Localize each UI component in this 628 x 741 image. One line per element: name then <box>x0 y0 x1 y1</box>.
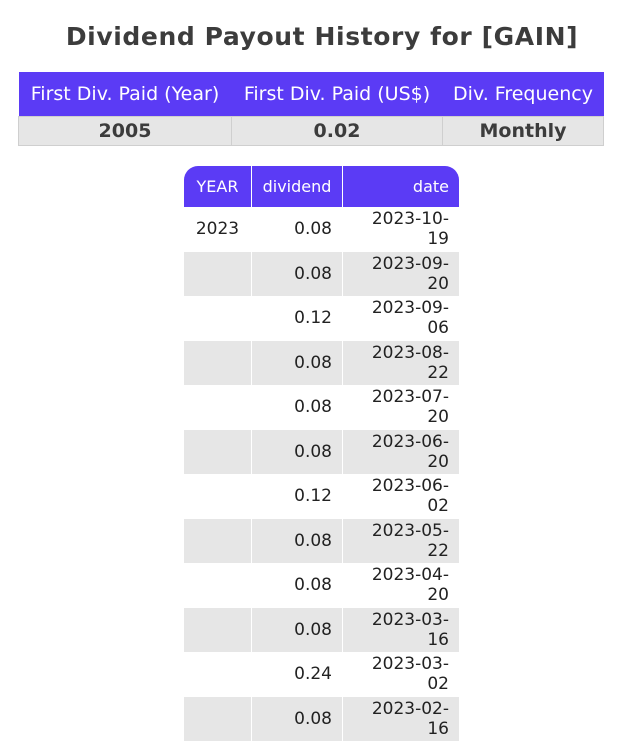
row-dividend-cell: 0.12 <box>252 296 342 341</box>
row-date-cell: 2023-10-19 <box>343 207 459 252</box>
row-dividend-cell: 0.08 <box>252 385 342 430</box>
row-dividend-cell: 0.12 <box>252 474 342 519</box>
year-column-header[interactable]: YEAR <box>184 166 251 207</box>
table-row: 0.082023-03-16 <box>184 608 459 653</box>
row-date-cell: 2023-09-20 <box>343 252 459 297</box>
summary-table: First Div. Paid (Year) First Div. Paid (… <box>18 72 604 146</box>
row-dividend-cell: 0.08 <box>252 430 342 475</box>
row-date-cell: 2023-08-22 <box>343 341 459 386</box>
table-row: 0.082023-09-20 <box>184 252 459 297</box>
row-year-cell: 2023 <box>184 207 251 252</box>
row-year-cell <box>184 608 251 653</box>
table-row: 0.082023-04-20 <box>184 563 459 608</box>
summary-value-row: 2005 0.02 Monthly <box>19 117 604 146</box>
row-date-cell: 2023-03-16 <box>343 608 459 653</box>
table-row: 0.242023-03-02 <box>184 652 459 697</box>
div-frequency-header: Div. Frequency <box>443 72 604 117</box>
history-header-row: YEAR dividend date <box>184 166 459 207</box>
div-frequency-value: Monthly <box>443 117 604 146</box>
row-dividend-cell: 0.08 <box>252 519 342 564</box>
first-div-year-value: 2005 <box>19 117 232 146</box>
summary-header-row: First Div. Paid (Year) First Div. Paid (… <box>19 72 604 117</box>
row-year-cell <box>184 385 251 430</box>
row-date-cell: 2023-05-22 <box>343 519 459 564</box>
dividend-column-header[interactable]: dividend <box>252 166 342 207</box>
row-dividend-cell: 0.24 <box>252 652 342 697</box>
row-date-cell: 2023-09-06 <box>343 296 459 341</box>
table-row: 0.122023-06-02 <box>184 474 459 519</box>
table-row: 0.082023-05-22 <box>184 519 459 564</box>
first-div-amount-header: First Div. Paid (US$) <box>232 72 443 117</box>
row-year-cell <box>184 252 251 297</box>
row-year-cell <box>184 474 251 519</box>
row-date-cell: 2023-06-20 <box>343 430 459 475</box>
row-date-cell: 2023-04-20 <box>343 563 459 608</box>
first-div-amount-value: 0.02 <box>232 117 443 146</box>
row-dividend-cell: 0.08 <box>252 341 342 386</box>
row-dividend-cell: 0.08 <box>252 207 342 252</box>
table-row: 20230.082023-10-19 <box>184 207 459 252</box>
row-year-cell <box>184 563 251 608</box>
row-year-cell <box>184 296 251 341</box>
table-row: 0.082023-07-20 <box>184 385 459 430</box>
row-year-cell <box>184 652 251 697</box>
dividend-history-table: YEAR dividend date 20230.082023-10-190.0… <box>183 166 460 741</box>
row-year-cell <box>184 519 251 564</box>
row-date-cell: 2023-07-20 <box>343 385 459 430</box>
row-dividend-cell: 0.08 <box>252 608 342 653</box>
row-date-cell: 2023-06-02 <box>343 474 459 519</box>
row-year-cell <box>184 430 251 475</box>
row-dividend-cell: 0.08 <box>252 563 342 608</box>
row-date-cell: 2023-03-02 <box>343 652 459 697</box>
page-title: Dividend Payout History for [GAIN] <box>0 22 628 51</box>
row-year-cell <box>184 341 251 386</box>
history-table-body: 20230.082023-10-190.082023-09-200.122023… <box>184 207 459 741</box>
date-column-header[interactable]: date <box>343 166 459 207</box>
row-dividend-cell: 0.08 <box>252 252 342 297</box>
table-row: 0.082023-08-22 <box>184 341 459 386</box>
table-row: 0.122023-09-06 <box>184 296 459 341</box>
table-row: 0.082023-06-20 <box>184 430 459 475</box>
first-div-year-header: First Div. Paid (Year) <box>19 72 232 117</box>
